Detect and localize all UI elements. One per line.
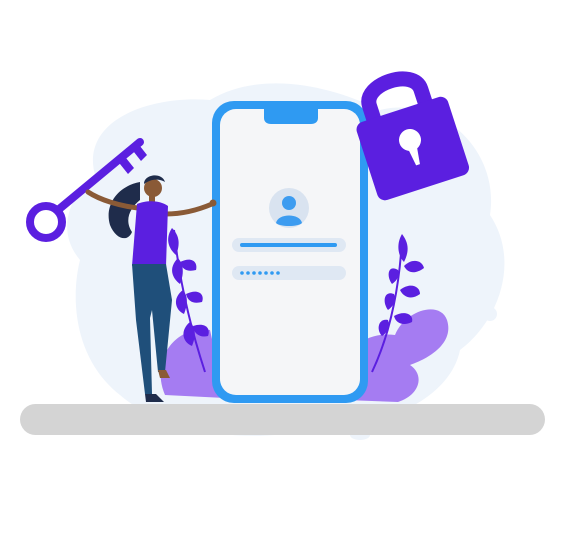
- background-dot: [483, 307, 497, 321]
- security-illustration: [20, 71, 545, 440]
- background-dot: [142, 110, 158, 120]
- top: [132, 201, 168, 266]
- phone-notch: [264, 109, 318, 124]
- username-value-bar: [240, 243, 337, 247]
- illustration-canvas: [0, 0, 565, 550]
- user-avatar-icon: [269, 188, 309, 228]
- smartphone: [212, 101, 368, 403]
- ground-bar: [20, 404, 545, 435]
